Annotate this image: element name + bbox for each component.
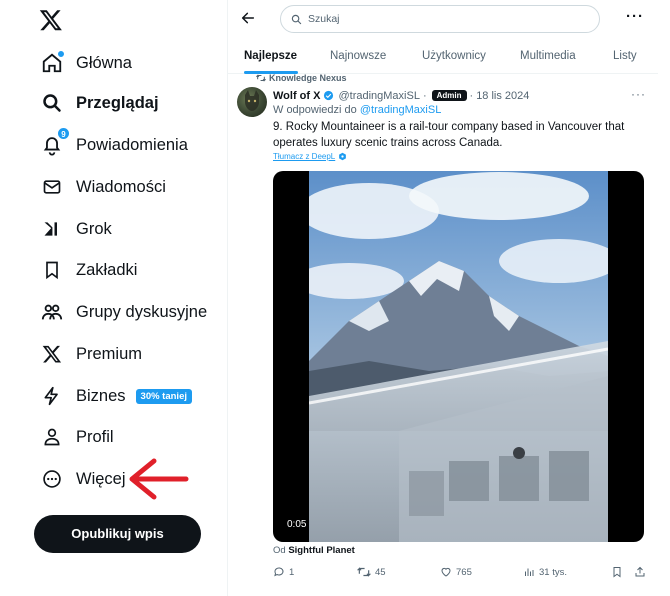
sidebar-item-label: Profil	[76, 427, 114, 446]
sidebar-item-profile[interactable]: Profil	[40, 417, 114, 457]
search-icon	[291, 14, 302, 24]
repost-context[interactable]: Knowledge Nexus	[256, 73, 347, 83]
separator: ·	[422, 89, 427, 102]
sidebar-item-label: Wiadomości	[76, 177, 166, 196]
lightning-icon	[40, 384, 64, 408]
bookmark-icon	[613, 567, 621, 578]
reply-context: W odpowiedzi do @tradingMaxiSL	[273, 104, 442, 116]
sidebar-item-notifications[interactable]: 9 Powiadomienia	[40, 125, 188, 165]
heart-icon	[441, 567, 451, 577]
sidebar-item-label: Grok	[76, 219, 112, 238]
share-button[interactable]	[634, 566, 646, 578]
video-timecode: 0:05	[287, 519, 307, 530]
author-name[interactable]: Wolf of X	[273, 90, 320, 102]
top-bar: Szukaj ···	[228, 0, 658, 40]
sidebar-item-label: Premium	[76, 344, 143, 363]
sidebar-item-communities[interactable]: Grupy dyskusyjne	[40, 292, 207, 332]
admin-badge: Admin	[431, 90, 467, 101]
grok-icon	[40, 217, 64, 241]
bookmark-button[interactable]	[611, 566, 623, 578]
tab-lists[interactable]: Listy	[613, 50, 637, 62]
tweet-header: Wolf of X @tradingMaxiSL · Admin · 18 li…	[273, 88, 643, 103]
search-icon	[40, 91, 64, 115]
video-player[interactable]: 0:05	[273, 171, 644, 542]
tab-top[interactable]: Najlepsze	[244, 50, 297, 62]
media-source-link[interactable]: Sightful Planet	[288, 545, 355, 556]
promo-badge: 30% taniej	[135, 388, 192, 404]
analytics-icon	[525, 568, 534, 576]
post-button[interactable]: Opublikuj wpis	[34, 515, 201, 553]
search-box[interactable]: Szukaj	[280, 5, 600, 33]
like-button[interactable]: 765	[440, 566, 472, 578]
verified-badge-icon	[324, 90, 334, 101]
sidebar-item-label: Grupy dyskusyjne	[76, 302, 208, 321]
home-dot	[57, 50, 65, 58]
bookmark-icon	[40, 258, 64, 282]
tab-people[interactable]: Użytkownicy	[422, 50, 486, 62]
deepl-icon	[339, 152, 347, 161]
tweet-actions: 1 45 765 31 tys.	[273, 566, 648, 582]
media-source: Od Sightful Planet	[273, 545, 355, 556]
sidebar-item-explore[interactable]: Przeglądaj	[40, 83, 159, 123]
search-tabs: Najlepsze Najnowsze Użytkownicy Multimed…	[228, 42, 658, 74]
search-input[interactable]: Szukaj	[308, 13, 340, 25]
red-arrow-annotation	[129, 458, 189, 500]
sidebar-item-messages[interactable]: Wiadomości	[40, 167, 166, 207]
share-icon	[635, 566, 645, 577]
tweet-text: 9. Rocky Mountaineer is a rail-tour comp…	[273, 121, 625, 149]
reply-handle-link[interactable]: @tradingMaxiSL	[360, 104, 441, 116]
sidebar: Główna Przeglądaj 9 Powiadomienia Wiadom…	[0, 0, 226, 596]
repost-button[interactable]: 45	[357, 566, 386, 578]
sidebar-item-label: Główna	[76, 53, 132, 72]
sidebar-item-label: Biznes	[76, 386, 126, 405]
main-column: Szukaj ··· Najlepsze Najnowsze Użytkowni…	[227, 0, 658, 596]
tab-latest[interactable]: Najnowsze	[330, 50, 386, 62]
tweet-more-icon[interactable]: ···	[631, 87, 646, 101]
person-icon	[40, 425, 64, 449]
video-frame	[309, 171, 608, 542]
translate-link[interactable]: Tłumacz z DeepL	[273, 152, 347, 161]
communities-icon	[40, 300, 64, 324]
sidebar-item-bookmarks[interactable]: Zakładki	[40, 250, 137, 290]
sidebar-item-home[interactable]: Główna	[40, 43, 132, 83]
sidebar-item-grok[interactable]: Grok	[40, 209, 112, 249]
repost-icon	[256, 74, 266, 82]
more-circle-icon	[40, 467, 64, 491]
reply-icon	[274, 567, 284, 577]
reply-button[interactable]: 1	[273, 566, 294, 578]
views-button[interactable]: 31 tys.	[523, 566, 567, 578]
tab-media[interactable]: Multimedia	[520, 50, 576, 62]
separator: ·	[469, 89, 474, 102]
repost-icon	[357, 567, 371, 577]
sidebar-item-label: Więcej	[76, 469, 126, 488]
x-logo-icon	[40, 342, 64, 366]
sidebar-item-business[interactable]: Biznes 30% taniej	[40, 376, 192, 416]
notification-count-badge: 9	[57, 127, 70, 140]
sidebar-item-label: Zakładki	[76, 260, 138, 279]
sidebar-item-label: Powiadomienia	[76, 135, 188, 154]
author-handle[interactable]: @tradingMaxiSL	[338, 90, 419, 102]
tweet-date[interactable]: 18 lis 2024	[476, 90, 529, 102]
home-icon	[40, 50, 65, 75]
x-logo[interactable]	[39, 8, 65, 34]
mail-icon	[40, 175, 64, 199]
bell-icon: 9	[40, 127, 70, 157]
back-arrow-icon[interactable]	[240, 10, 256, 26]
avatar[interactable]	[237, 87, 267, 117]
more-options-icon[interactable]: ···	[626, 8, 644, 25]
sidebar-item-more[interactable]: Więcej	[40, 459, 126, 499]
sidebar-item-premium[interactable]: Premium	[40, 334, 142, 374]
sidebar-item-label: Przeglądaj	[76, 93, 159, 112]
